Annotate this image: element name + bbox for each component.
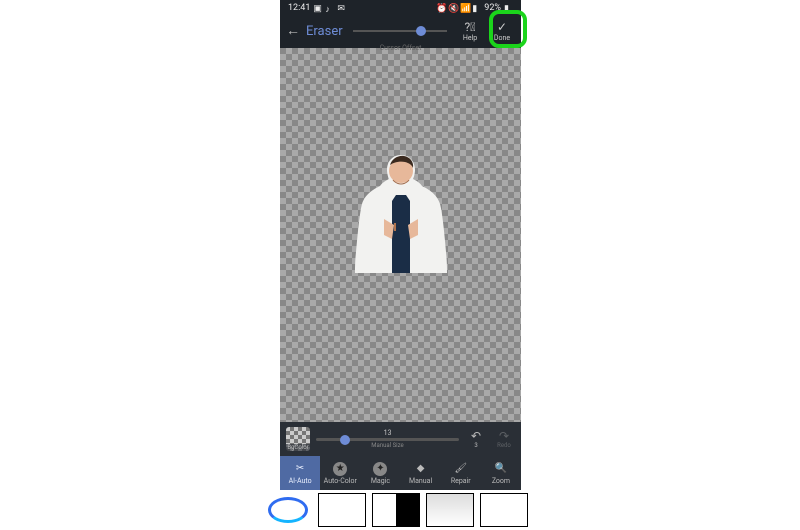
- phone-frame: 12:41 ▣ ♪ ✉ ⏰ 🔇 📶 ▮ 92% ▮ ← Eraser ?⃝ He…: [280, 0, 521, 530]
- tool-manual[interactable]: ◆ Manual: [401, 456, 441, 490]
- back-icon[interactable]: ←: [286, 24, 300, 38]
- tool-ai-auto[interactable]: ✂ AI-Auto: [280, 456, 320, 490]
- thumb-item[interactable]: [372, 493, 420, 527]
- magic-icon: ✦: [373, 462, 387, 476]
- tool-zoom[interactable]: 🔍 Zoom: [481, 456, 521, 490]
- wifi-icon: 📶: [460, 4, 469, 13]
- eraser-icon: ◆: [414, 462, 428, 476]
- cursor-offset-slider[interactable]: [353, 30, 447, 32]
- status-bar: 12:41 ▣ ♪ ✉ ⏰ 🔇 📶 ▮ 92% ▮: [280, 0, 521, 16]
- size-label: Manual Size: [371, 442, 403, 449]
- subject-person-cutout: [354, 153, 448, 273]
- size-slider[interactable]: [316, 438, 459, 441]
- redo-icon: ↷: [499, 430, 509, 442]
- tool-auto-color[interactable]: ★ Auto-Color: [320, 456, 360, 490]
- secondary-controls: BgColor 13 Manual Size ↶ 3 ↷ Redo: [280, 422, 521, 456]
- size-value: 13: [384, 429, 392, 437]
- bgcolor-button[interactable]: BgColor: [286, 427, 310, 451]
- check-icon: ✓: [497, 21, 507, 33]
- tool-magic[interactable]: ✦ Magic: [360, 456, 400, 490]
- undo-button[interactable]: ↶ 3: [465, 428, 487, 450]
- zoom-icon: 🔍: [494, 462, 508, 476]
- alarm-icon: ⏰: [436, 4, 445, 13]
- battery-pct: 92%: [484, 3, 501, 13]
- app-top-bar: ← Eraser ?⃝ Help ✓ Done: [280, 16, 521, 46]
- tool-row: ✂ AI-Auto ★ Auto-Color ✦ Magic ◆ Manual …: [280, 456, 521, 490]
- thumbnail-strip: [258, 490, 543, 530]
- size-thumb[interactable]: [340, 435, 350, 445]
- undo-icon: ↶: [471, 430, 481, 442]
- tool-repair[interactable]: 🖌 Repair: [441, 456, 481, 490]
- tiktok-icon: ♪: [325, 4, 334, 13]
- transparency-canvas[interactable]: [280, 48, 521, 422]
- mute-icon: 🔇: [448, 4, 457, 13]
- screen-title: Eraser: [306, 24, 343, 39]
- scissors-icon: ✂: [293, 462, 307, 476]
- gallery-icon: ▣: [313, 4, 322, 13]
- slider-thumb[interactable]: [416, 26, 426, 36]
- help-button[interactable]: ?⃝ Help: [457, 21, 483, 42]
- messenger-icon: ✉: [337, 4, 346, 13]
- done-button[interactable]: ✓ Done: [489, 21, 515, 42]
- cursor-offset-label: Cursor Offset: [380, 44, 422, 52]
- thumb-item[interactable]: [318, 493, 366, 527]
- thumb-item[interactable]: [426, 493, 474, 527]
- redo-button[interactable]: ↷ Redo: [493, 428, 515, 450]
- battery-icon: ▮: [504, 4, 513, 13]
- status-time: 12:41: [288, 3, 310, 13]
- help-icon: ?⃝: [465, 21, 476, 33]
- thumb-item[interactable]: [264, 493, 312, 527]
- signal-icon: ▮: [472, 4, 481, 13]
- size-slider-group: 13 Manual Size: [316, 429, 459, 449]
- brush-icon: 🖌: [454, 462, 468, 476]
- thumb-item[interactable]: [480, 493, 528, 527]
- star-icon: ★: [333, 462, 347, 476]
